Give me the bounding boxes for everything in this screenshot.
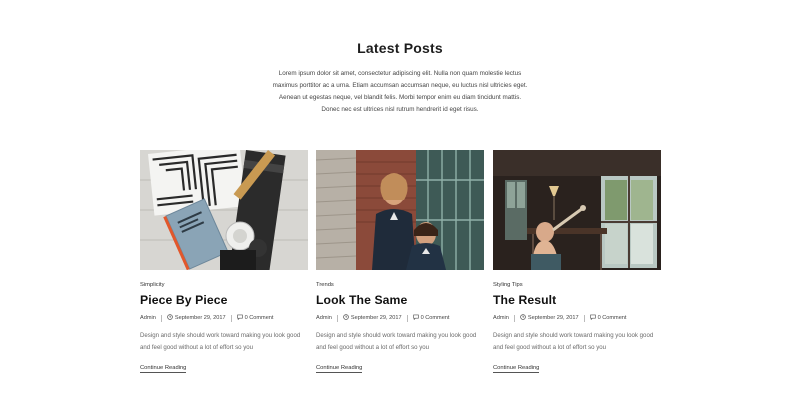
meta-divider	[513, 314, 515, 322]
post-date: September 29, 2017	[527, 315, 579, 321]
post-meta: Admin September 29, 2017 0 Comment	[140, 314, 308, 322]
meta-divider	[160, 314, 162, 322]
post-excerpt: Design and style should work toward maki…	[316, 332, 477, 351]
intro-line: maximus porttitor ac a urna. Etiam accum…	[272, 82, 528, 90]
meta-divider	[583, 314, 585, 322]
section-intro: Lorem ipsum dolor sit amet, consectetur …	[262, 68, 538, 116]
meta-divider	[406, 314, 408, 322]
post-title[interactable]: Look The Same	[316, 293, 484, 309]
post-card: Trends Look The Same Admin September 29,…	[316, 150, 484, 374]
meta-divider	[230, 314, 232, 322]
post-thumbnail[interactable]	[316, 150, 484, 270]
post-author[interactable]: Admin	[493, 315, 509, 321]
intro-line: Aenean ut egestas neque, vel blandit fel…	[278, 94, 522, 102]
post-excerpt: Design and style should work toward maki…	[140, 332, 301, 351]
post-excerpt: Design and style should work toward maki…	[493, 332, 654, 351]
intro-line: Lorem ipsum dolor sit amet, consectetur …	[278, 70, 522, 77]
post-card: Simplicity Piece By Piece Admin Septembe…	[140, 150, 308, 374]
post-meta: Admin September 29, 2017 0 Comment	[316, 314, 484, 322]
post-title[interactable]: The Result	[493, 293, 661, 309]
continue-reading-link[interactable]: Continue Reading	[140, 365, 187, 373]
continue-reading-link[interactable]: Continue Reading	[316, 365, 363, 373]
post-title[interactable]: Piece By Piece	[140, 293, 308, 309]
post-category[interactable]: Simplicity	[140, 282, 308, 290]
post-thumbnail[interactable]	[493, 150, 661, 270]
post-category[interactable]: Styling Tips	[493, 282, 661, 290]
clock-icon	[343, 314, 351, 322]
post-comments[interactable]: 0 Comment	[245, 315, 274, 321]
comment-icon	[236, 314, 245, 322]
clock-icon	[167, 314, 175, 322]
meta-divider	[336, 314, 338, 322]
continue-reading-link[interactable]: Continue Reading	[493, 365, 540, 373]
post-category[interactable]: Trends	[316, 282, 484, 290]
post-thumbnail[interactable]	[140, 150, 308, 270]
clock-icon	[520, 314, 528, 322]
post-author[interactable]: Admin	[140, 315, 156, 321]
comment-icon	[589, 314, 598, 322]
post-comments[interactable]: 0 Comment	[598, 315, 627, 321]
section-title: Latest Posts	[357, 40, 443, 56]
post-comments[interactable]: 0 Comment	[421, 315, 450, 321]
post-meta: Admin September 29, 2017 0 Comment	[493, 314, 661, 322]
comment-icon	[412, 314, 421, 322]
post-author[interactable]: Admin	[316, 315, 332, 321]
post-date: September 29, 2017	[350, 315, 402, 321]
post-card: Styling Tips The Result Admin September …	[493, 150, 661, 374]
post-date: September 29, 2017	[174, 315, 226, 321]
intro-line: Donec nec est ultrices nisl rutrum hendr…	[321, 106, 479, 114]
